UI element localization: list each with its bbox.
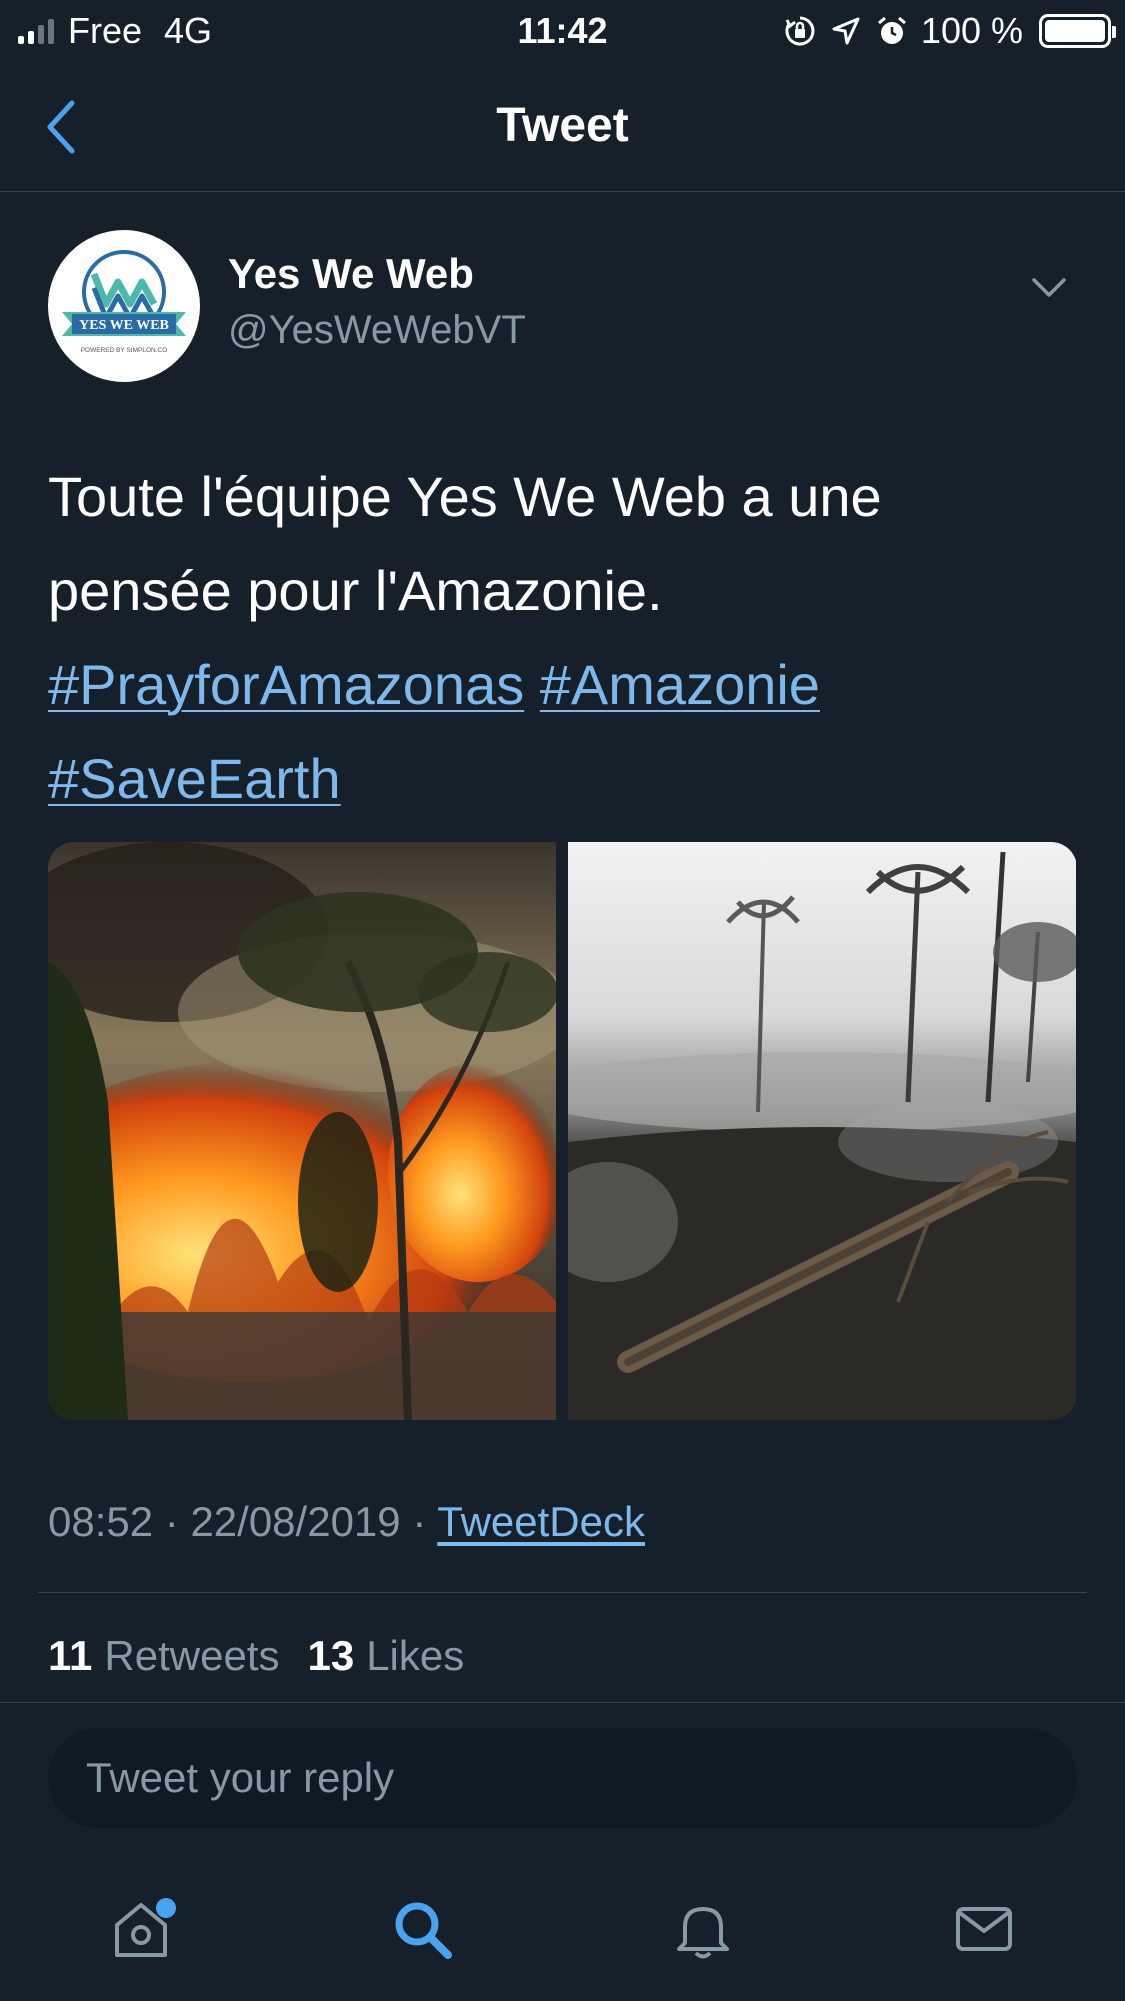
yes-we-web-logo: YES WE WEB POWERED BY SIMPLON.CO [62, 250, 186, 354]
meta-separator: · [153, 1498, 191, 1545]
orientation-lock-icon [783, 14, 817, 48]
tab-home[interactable] [86, 1874, 196, 1984]
location-arrow-icon [829, 14, 863, 48]
retweets-stat[interactable]: 11 Retweets [48, 1632, 279, 1680]
bell-icon [677, 1906, 730, 1958]
tweet-source-link[interactable]: TweetDeck [437, 1498, 645, 1545]
retweets-label: Retweets [104, 1632, 280, 1679]
divider [38, 1592, 1087, 1593]
mail-icon [956, 1906, 1013, 1951]
media-photo-burnt-forest[interactable] [568, 842, 1076, 1420]
status-bar: Free 4G 11:42 100 % [0, 0, 1125, 62]
search-icon [395, 1902, 452, 1959]
tweet-body: Toute l'équipe Yes We Web a une pensée p… [48, 465, 882, 622]
hashtag-amazonie[interactable]: #Amazonie [540, 653, 820, 716]
tweet-time: 08:52 [48, 1498, 154, 1545]
divider [0, 1702, 1125, 1703]
media-photo-fire[interactable] [48, 842, 556, 1420]
battery-percent: 100 % [920, 10, 1023, 51]
tab-search[interactable] [367, 1874, 477, 1984]
tweet-meta: 08:52 · 22/08/2019 · TweetDeck [48, 1498, 645, 1546]
bottom-tab-bar [0, 1856, 1125, 2001]
chevron-down-icon [1032, 278, 1066, 297]
tab-notifications[interactable] [648, 1874, 758, 1984]
tweet-media [48, 842, 1077, 1420]
tweet-date: 22/08/2019 [190, 1498, 401, 1545]
hashtag-saveearth[interactable]: #SaveEarth [48, 747, 341, 810]
hashtag-prayforamazonas[interactable]: #PrayforAmazonas [48, 653, 524, 716]
battery-level [1045, 20, 1105, 42]
tweet-options-button[interactable] [1021, 260, 1077, 316]
avatar[interactable]: YES WE WEB POWERED BY SIMPLON.CO [48, 230, 200, 382]
meta-separator: · [400, 1498, 438, 1545]
notification-dot [155, 1897, 176, 1918]
avatar-logo-subtext: POWERED BY SIMPLON.CO [81, 347, 168, 354]
likes-count: 13 [307, 1632, 355, 1679]
page-title: Tweet [496, 99, 629, 152]
likes-stat[interactable]: 13 Likes [307, 1632, 464, 1680]
avatar-logo-text: YES WE WEB [79, 318, 169, 333]
retweets-count: 11 [48, 1632, 93, 1679]
author-name[interactable]: Yes We Web [228, 250, 474, 298]
tweet-detail-screen: Free 4G 11:42 100 % Tweet YES WE WEB POW… [0, 0, 1125, 2001]
author-handle[interactable]: @YesWeWebVT [228, 308, 526, 353]
tweet-text: Toute l'équipe Yes We Web a une pensée p… [48, 450, 1078, 826]
tweet-stats: 11 Retweets 13 Likes [48, 1632, 464, 1680]
tweet-author: YES WE WEB POWERED BY SIMPLON.CO Yes We … [48, 230, 1077, 382]
alarm-icon [875, 14, 909, 48]
status-right: 100 % [783, 10, 1116, 52]
battery-icon [1039, 14, 1116, 48]
likes-label: Likes [366, 1632, 465, 1679]
tab-messages[interactable] [929, 1874, 1039, 1984]
reply-input[interactable]: Tweet your reply [48, 1728, 1077, 1828]
nav-header: Tweet [0, 62, 1125, 192]
